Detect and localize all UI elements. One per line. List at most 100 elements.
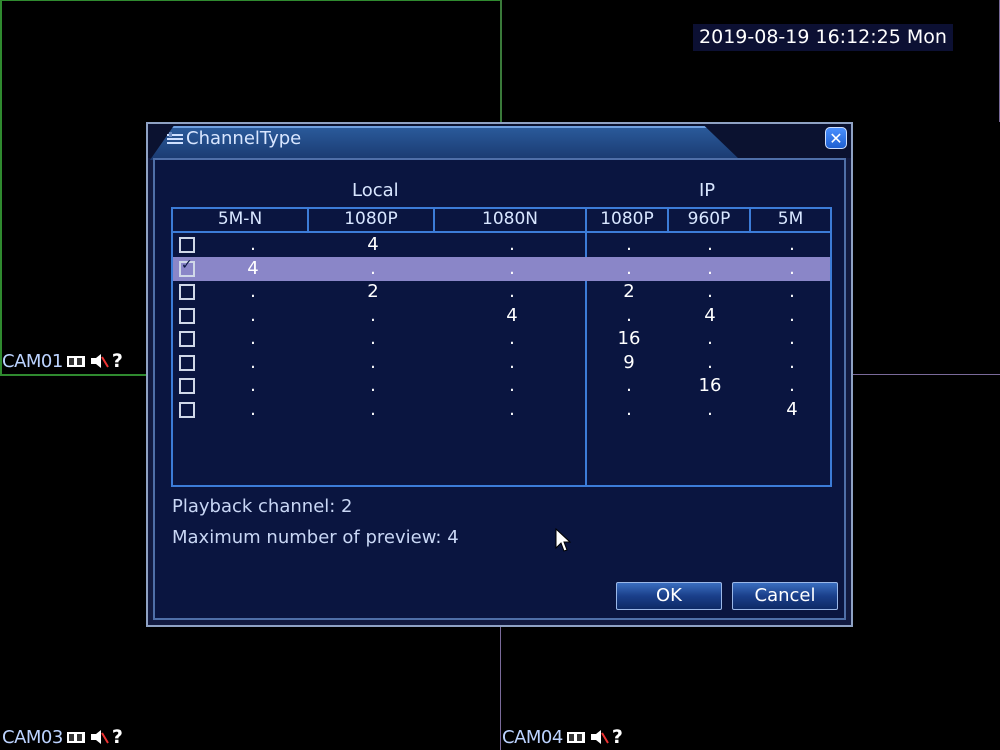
close-button[interactable]: ✕ <box>825 127 847 149</box>
table-cell: . <box>626 257 632 279</box>
table-cell: . <box>250 398 256 420</box>
column-header-1080n: 1080N <box>435 209 587 231</box>
checkbox[interactable] <box>179 331 195 347</box>
camera-label-cam01[interactable]: CAM01 ? <box>2 350 123 372</box>
table-cell: . <box>707 351 713 373</box>
cancel-button[interactable]: Cancel <box>732 582 838 610</box>
table-cell: . <box>707 257 713 279</box>
table-row[interactable]: .... 16. <box>173 374 830 398</box>
table-cell: . <box>626 304 632 326</box>
camera-name: CAM01 <box>2 350 63 372</box>
table-cell: . <box>250 304 256 326</box>
table-cell: 16 <box>698 375 722 396</box>
table-cell: . <box>626 234 632 255</box>
table-cell: . <box>509 351 515 373</box>
grid-line-horizontal-right <box>853 374 1000 375</box>
table-cell: . <box>789 351 795 373</box>
audio-muted-icon <box>90 730 109 744</box>
dialog-title: ChannelType <box>186 128 302 149</box>
table-cell: . <box>250 328 256 349</box>
table-cell: . <box>789 304 795 326</box>
table-row[interactable]: . 2. 2.. <box>173 280 830 304</box>
table-cell: . <box>370 351 376 373</box>
playback-channel-text: Playback channel: 2 <box>172 496 353 517</box>
column-header-5m-n: 5M-N <box>173 209 309 231</box>
table-cell: . <box>509 281 515 302</box>
table-cell: . <box>509 375 515 396</box>
channel-type-dialog: ChannelType ✕ Local IP 5M-N 1080P 1080N … <box>146 122 853 627</box>
table-cell: . <box>789 234 795 255</box>
channel-type-table: 5M-N 1080P 1080N 1080P 960P 5M . 4.... ✓ 4.… <box>171 207 832 487</box>
checkbox[interactable] <box>179 307 195 324</box>
table-row[interactable]: ..... 4 <box>173 398 830 422</box>
ip-group-header: IP <box>699 180 716 201</box>
recording-icon <box>566 732 585 743</box>
table-cell: 4 <box>367 234 379 255</box>
table-cell: . <box>707 328 713 349</box>
help-icon: ? <box>611 726 623 748</box>
table-cell: . <box>370 304 376 326</box>
table-cell: . <box>789 375 795 396</box>
column-header-local-1080p: 1080P <box>309 209 435 231</box>
camera-label-cam03[interactable]: CAM03 ? <box>2 726 123 748</box>
table-cell: . <box>707 281 713 302</box>
table-cell: . <box>789 328 795 349</box>
table-cell: . <box>250 234 256 255</box>
checkmark-icon: ✓ <box>181 256 193 273</box>
table-cell: . <box>509 328 515 349</box>
table-cell: . <box>370 328 376 349</box>
camera-label-cam04[interactable]: CAM04 ? <box>502 726 623 748</box>
table-cell: 2 <box>367 281 379 302</box>
table-row[interactable]: . 4.... <box>173 233 830 257</box>
checkbox[interactable] <box>179 284 195 300</box>
table-cell: . <box>626 375 632 396</box>
help-icon: ? <box>111 350 123 372</box>
settings-list-icon <box>167 132 183 144</box>
table-cell: . <box>370 398 376 420</box>
audio-muted-icon <box>90 354 109 368</box>
datetime-display: 2019-08-19 16:12:25 Mon <box>693 24 953 51</box>
table-row[interactable]: ✓ 4..... <box>173 256 830 281</box>
grid-line-vertical-top <box>500 0 502 122</box>
table-cell: . <box>789 257 795 279</box>
column-header-960p: 960P <box>669 209 751 231</box>
table-cell: 4 <box>704 304 716 326</box>
checkbox-checked[interactable]: ✓ <box>179 257 195 277</box>
max-preview-text: Maximum number of preview: 4 <box>172 527 459 548</box>
table-cell: . <box>250 281 256 302</box>
table-cell: . <box>707 398 713 420</box>
camera-name: CAM04 <box>502 726 563 748</box>
checkbox[interactable] <box>179 237 195 253</box>
checkbox[interactable] <box>179 378 195 394</box>
table-cell: . <box>626 398 632 420</box>
content-panel: Local IP 5M-N 1080P 1080N 1080P 960P 5M … <box>153 158 846 620</box>
table-cell: . <box>509 398 515 420</box>
column-header-5m: 5M <box>777 209 804 229</box>
table-row[interactable]: .. 4. 4. <box>173 304 830 328</box>
help-icon: ? <box>111 726 123 748</box>
table-cell: . <box>707 234 713 255</box>
table-row[interactable]: ... 9.. <box>173 351 830 375</box>
grid-line-horizontal-left <box>0 374 146 376</box>
recording-icon <box>66 732 85 743</box>
checkbox[interactable] <box>179 401 195 418</box>
recording-icon <box>66 356 85 367</box>
local-group-header: Local <box>352 180 399 201</box>
table-cell: . <box>370 257 376 279</box>
grid-line-vertical-bottom <box>500 627 501 750</box>
table-row[interactable]: ... 16.. <box>173 327 830 351</box>
table-cell: . <box>370 375 376 396</box>
table-cell: . <box>509 234 515 255</box>
table-cell: . <box>250 375 256 396</box>
table-cell: . <box>250 351 256 373</box>
audio-muted-icon <box>590 730 609 744</box>
table-cell: 2 <box>623 281 635 302</box>
ok-button[interactable]: OK <box>616 582 722 610</box>
table-cell: . <box>509 257 515 279</box>
checkbox[interactable] <box>179 354 195 371</box>
table-cell: 9 <box>623 351 635 373</box>
table-cell: 4 <box>247 257 259 279</box>
dialog-titlebar[interactable]: ChannelType ✕ <box>148 124 851 160</box>
table-cell: . <box>789 281 795 302</box>
camera-name: CAM03 <box>2 726 63 748</box>
